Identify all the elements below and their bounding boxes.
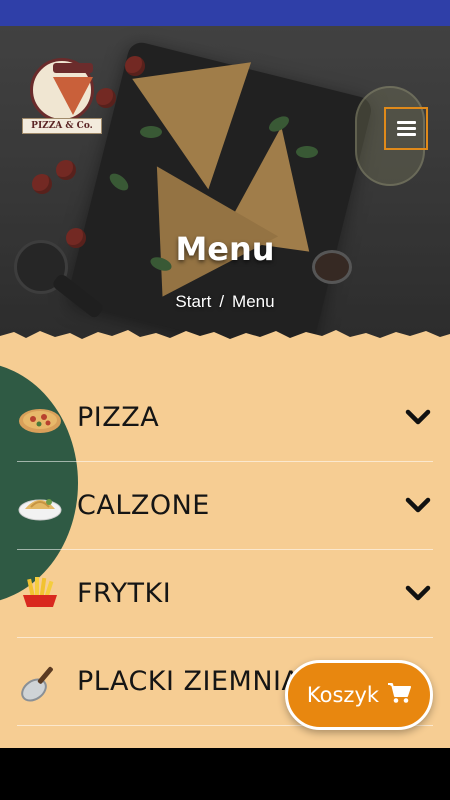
breadcrumb-current: Menu — [232, 292, 275, 311]
chevron-down-icon[interactable] — [403, 579, 433, 609]
chevron-down-icon[interactable] — [403, 403, 433, 433]
breadcrumb-home-link[interactable]: Start — [175, 292, 211, 311]
calzone-icon — [17, 483, 63, 529]
category-calzone[interactable]: CALZONE — [17, 462, 433, 550]
brand-logo[interactable]: PIZZA & Co. — [22, 58, 102, 168]
category-frytki[interactable]: FRYTKI — [17, 550, 433, 638]
chevron-down-icon[interactable] — [403, 491, 433, 521]
breadcrumb: Start / Menu — [0, 292, 450, 312]
hamburger-icon — [396, 121, 416, 136]
logo-emblem — [30, 58, 94, 122]
breadcrumb-separator: / — [219, 292, 225, 311]
fries-icon — [17, 571, 63, 617]
status-bar — [0, 0, 450, 26]
hero-banner: PIZZA & Co. Menu Start / Menu — [0, 26, 450, 342]
pan-icon — [17, 659, 63, 705]
logo-hat-icon — [53, 63, 93, 73]
category-pizza[interactable]: PIZZA — [17, 374, 433, 462]
category-label: FRYTKI — [77, 578, 172, 609]
cart-icon — [387, 682, 412, 708]
menu-toggle-button[interactable] — [384, 107, 428, 150]
system-navigation-bar — [0, 748, 450, 800]
category-label: CALZONE — [77, 490, 210, 521]
page-title: Menu — [175, 230, 275, 268]
cart-label: Koszyk — [306, 683, 380, 707]
pizza-icon — [17, 395, 63, 441]
logo-name: PIZZA & Co. — [22, 118, 102, 134]
cart-button[interactable]: Koszyk — [285, 660, 433, 730]
category-label: PIZZA — [77, 402, 160, 433]
logo-pizza-icon — [53, 77, 93, 115]
